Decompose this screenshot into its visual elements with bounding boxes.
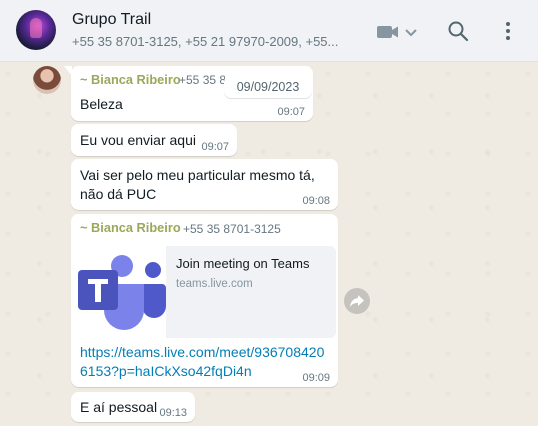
menu-button[interactable] xyxy=(498,19,518,43)
video-call-button[interactable] xyxy=(376,22,420,42)
message-bubble[interactable]: E aí pessoal 09:13 xyxy=(71,392,195,422)
message-text-line: Vai ser pelo meu particular mesmo tá, xyxy=(80,167,315,183)
forward-icon xyxy=(350,295,364,307)
sender-phone: +55 35 8701-3125 xyxy=(179,73,225,87)
teams-logo-icon xyxy=(74,246,166,338)
message-time: 09:07 xyxy=(201,141,229,153)
forward-button[interactable] xyxy=(344,288,370,314)
message-text: Beleza xyxy=(80,96,123,112)
message-text: E aí pessoal xyxy=(80,399,158,415)
date-pill: 09/09/2023 xyxy=(224,76,312,98)
search-button[interactable] xyxy=(446,19,470,43)
message-bubble[interactable]: ~ Bianca Ribeiro +55 35 8701-3125 Join m… xyxy=(71,214,338,387)
message-time: 09:07 xyxy=(277,106,305,118)
chevron-down-icon xyxy=(405,29,417,37)
meeting-link[interactable]: https://teams.live.com/meet/936708420 xyxy=(80,343,324,362)
message-text-line: não dá PUC xyxy=(80,186,157,202)
sender-name[interactable]: ~ Bianca Ribeiro xyxy=(80,220,181,235)
link-preview-card[interactable]: Join meeting on Teams teams.live.com xyxy=(166,246,336,338)
group-title[interactable]: Grupo Trail xyxy=(72,11,151,29)
message-text: Eu vou enviar aqui xyxy=(80,132,196,148)
sender-avatar[interactable] xyxy=(33,66,61,94)
menu-icon xyxy=(506,22,510,40)
meeting-link[interactable]: 6153?p=haICkXso42fqDi4n xyxy=(80,362,252,381)
message-time: 09:13 xyxy=(159,407,187,419)
link-preview-domain: teams.live.com xyxy=(176,278,253,290)
group-avatar[interactable] xyxy=(16,10,56,50)
message-time: 09:08 xyxy=(302,195,330,207)
group-members[interactable]: +55 35 8701-3125, +55 21 97970-2009, +55… xyxy=(72,34,342,49)
sender-name[interactable]: ~ Bianca Ribeiro xyxy=(80,72,181,87)
message-bubble[interactable]: Eu vou enviar aqui 09:07 xyxy=(71,124,237,156)
search-icon xyxy=(448,21,469,42)
link-preview[interactable]: Join meeting on Teams teams.live.com xyxy=(74,246,336,338)
message-time: 09:09 xyxy=(302,372,330,384)
sender-phone: +55 35 8701-3125 xyxy=(183,222,281,236)
link-preview-title[interactable]: Join meeting on Teams xyxy=(176,256,309,271)
message-bubble[interactable]: Vai ser pelo meu particular mesmo tá, nã… xyxy=(71,159,338,210)
chat-header[interactable]: Grupo Trail +55 35 8701-3125, +55 21 979… xyxy=(0,0,538,62)
video-call-icon xyxy=(377,26,417,38)
